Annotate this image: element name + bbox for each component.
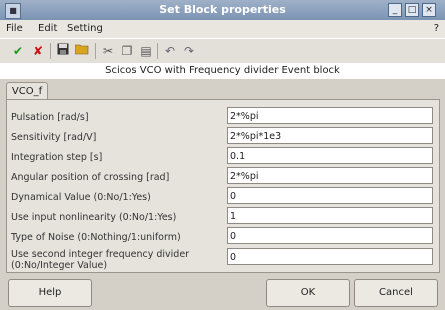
window-title: Set Block properties xyxy=(159,3,286,16)
open-folder-icon[interactable] xyxy=(74,43,90,59)
paste-icon[interactable]: ▤ xyxy=(138,43,154,59)
menu-edit[interactable]: Edit xyxy=(38,23,57,34)
param-input[interactable]: 1 xyxy=(227,207,433,224)
toolbar-separator xyxy=(157,43,158,59)
help-button[interactable]: Help xyxy=(8,279,92,307)
copy-icon[interactable]: ❐ xyxy=(119,43,135,59)
param-label: Use input nonlinearity (0:No/1:Yes) xyxy=(11,212,177,223)
param-label: Dynamical Value (0:No/1:Yes) xyxy=(11,192,151,203)
toolbar-separator xyxy=(95,43,96,59)
toolbar: ✔ ✘ ✂ ❐ ▤ ↶ ↷ xyxy=(0,38,445,64)
menu-setting[interactable]: Setting xyxy=(67,23,103,34)
block-description: Scicos VCO with Frequency divider Event … xyxy=(0,63,445,79)
param-label: Angular position of crossing [rad] xyxy=(11,172,170,183)
param-label-line2: (0:No/Integer Value) xyxy=(11,260,108,271)
redo-icon[interactable]: ↷ xyxy=(181,43,197,59)
save-icon[interactable] xyxy=(55,43,71,59)
param-input[interactable]: 0.1 xyxy=(227,147,433,164)
param-label: Integration step [s] xyxy=(11,152,103,163)
tab-vco[interactable]: VCO_f xyxy=(6,82,48,100)
toolbar-separator xyxy=(50,43,51,59)
ok-check-icon[interactable]: ✔ xyxy=(10,43,26,59)
param-input[interactable]: 2*%pi xyxy=(227,107,433,124)
menu-help[interactable]: ? xyxy=(434,23,439,34)
param-input[interactable]: 0 xyxy=(227,187,433,204)
param-input[interactable]: 0 xyxy=(227,227,433,244)
minimize-icon[interactable]: _ xyxy=(388,3,402,17)
close-window-icon[interactable]: × xyxy=(422,3,436,17)
menu-bar: File Edit Setting ? xyxy=(0,20,445,38)
undo-icon[interactable]: ↶ xyxy=(162,43,178,59)
param-label: Type of Noise (0:Nothing/1:uniform) xyxy=(11,232,181,243)
cancel-x-icon[interactable]: ✘ xyxy=(30,43,46,59)
title-bar[interactable]: ■ Set Block properties _ □ × xyxy=(0,0,445,20)
menu-file[interactable]: File xyxy=(6,23,23,34)
maximize-icon[interactable]: □ xyxy=(405,3,419,17)
param-label: Use second integer frequency divider xyxy=(11,249,190,260)
ok-button[interactable]: OK xyxy=(266,279,350,307)
param-label: Sensitivity [rad/V] xyxy=(11,132,97,143)
param-input[interactable]: 2*%pi xyxy=(227,167,433,184)
parameters-panel: Pulsation [rad/s] 2*%pi Sensitivity [rad… xyxy=(6,99,440,273)
cancel-button[interactable]: Cancel xyxy=(354,279,438,307)
param-input[interactable]: 2*%pi*1e3 xyxy=(227,127,433,144)
param-label: Pulsation [rad/s] xyxy=(11,112,89,123)
param-input[interactable]: 0 xyxy=(227,248,433,265)
cut-icon[interactable]: ✂ xyxy=(100,43,116,59)
